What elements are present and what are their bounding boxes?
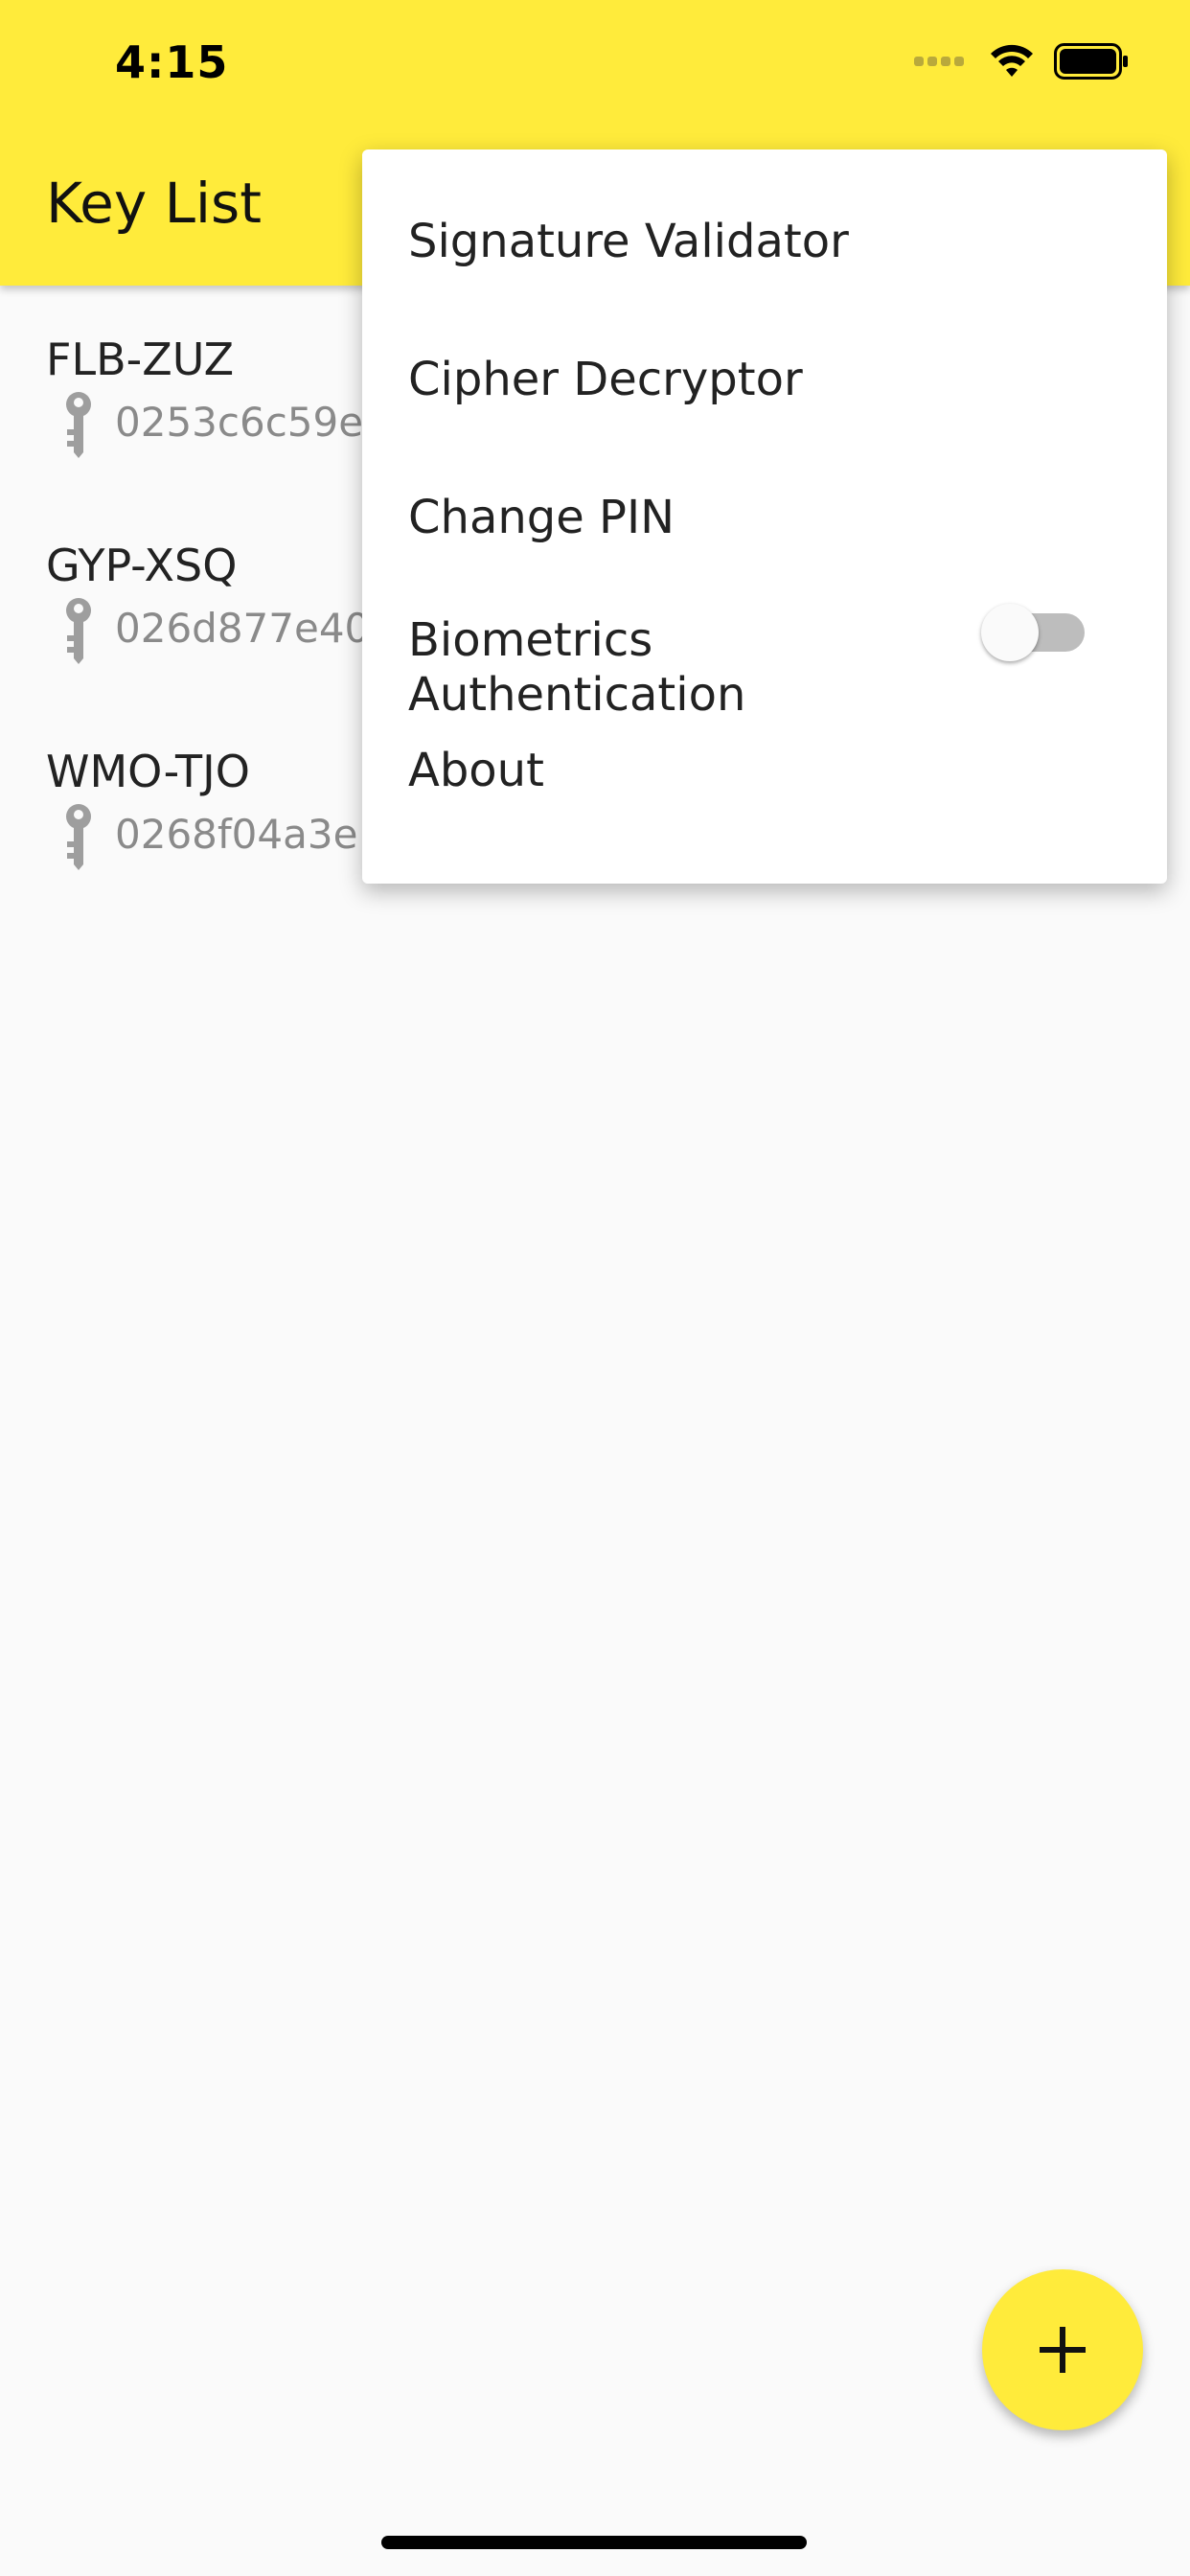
menu-item-label: Change PIN [408,491,675,544]
plus-icon [1040,2327,1086,2373]
cellular-signal-icon [914,57,968,66]
menu-item-biometrics-authentication[interactable]: Biometrics Authentication [362,564,1167,722]
key-name: FLB-ZUZ [46,334,235,385]
key-icon [66,804,91,870]
status-indicators [914,42,1129,80]
menu-item-about[interactable]: About [362,702,1167,840]
home-indicator[interactable] [381,2536,807,2549]
battery-icon [1054,43,1128,80]
biometrics-toggle[interactable] [981,604,1085,661]
menu-item-cipher-decryptor[interactable]: Cipher Decryptor [362,288,1167,426]
add-key-button[interactable] [982,2269,1143,2430]
key-name: GYP-XSQ [46,540,238,591]
key-public-value: 0253c6c59e [115,399,364,446]
key-icon [66,598,91,664]
wifi-icon [991,44,1033,77]
status-time: 4:15 [115,36,229,88]
menu-item-label: Signature Validator [408,215,849,268]
overflow-menu: Signature Validator Cipher Decryptor Cha… [362,150,1167,884]
key-icon [66,392,91,458]
key-name: WMO-TJO [46,746,250,797]
menu-item-label: About [408,744,544,797]
menu-item-change-pin[interactable]: Change PIN [362,426,1167,564]
toggle-knob [981,604,1039,661]
page-title: Key List [46,171,262,236]
key-public-value: 026d877e40 [115,605,371,652]
menu-item-signature-validator[interactable]: Signature Validator [362,150,1167,288]
menu-item-label: Cipher Decryptor [408,353,803,406]
key-public-value: 0268f04a3e1 [115,811,384,858]
